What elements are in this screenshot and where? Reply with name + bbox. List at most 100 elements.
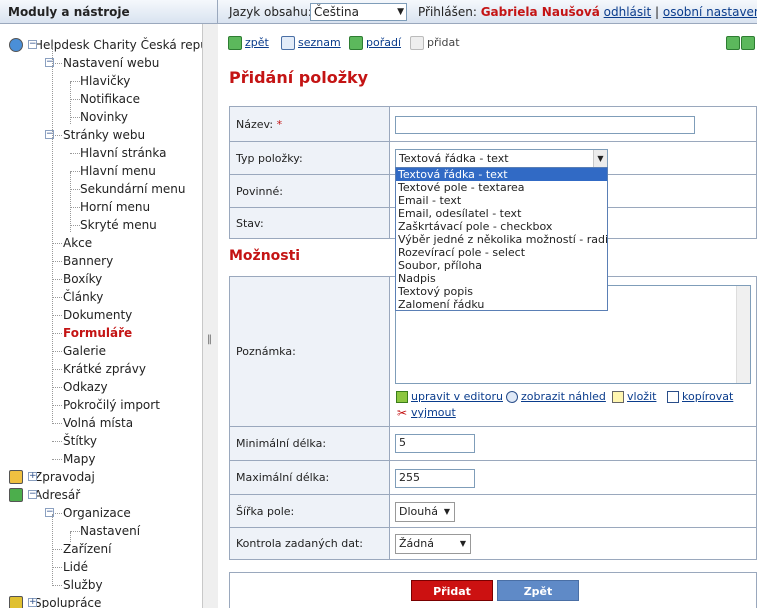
cut-button[interactable]: ✂ vyjmout: [396, 406, 456, 419]
copy-button[interactable]: kopírovat: [667, 390, 733, 403]
tree-connector: [70, 153, 80, 154]
logout-link[interactable]: odhlásit: [604, 5, 652, 19]
tree-connector: [70, 81, 80, 82]
dropdown-option[interactable]: Soubor, příloha: [396, 259, 607, 272]
field-width-select[interactable]: Dlouhá ▼: [395, 502, 455, 522]
tree-connector: [52, 405, 62, 406]
order-link[interactable]: pořadí: [366, 36, 401, 49]
tree-item[interactable]: Adresář: [34, 486, 80, 504]
validation-select[interactable]: Žádná ▼: [395, 534, 471, 554]
tree-item[interactable]: Krátké zprávy: [63, 360, 146, 378]
user-name: Gabriela Naušová: [480, 5, 600, 19]
tree-item[interactable]: Skryté menu: [80, 216, 157, 234]
tree-item[interactable]: Horní menu: [80, 198, 150, 216]
dropdown-option[interactable]: Zalomení řádku: [396, 298, 607, 311]
tree-item[interactable]: Mapy: [63, 450, 95, 468]
max-length-input[interactable]: 255: [395, 469, 475, 488]
min-length-input[interactable]: 5: [395, 434, 475, 453]
dropdown-option[interactable]: Email - text: [396, 194, 607, 207]
edit-in-editor-link[interactable]: upravit v editoru: [411, 390, 503, 403]
tree-connector: [52, 315, 62, 316]
dropdown-option[interactable]: Výběr jedné z několika možností - radio: [396, 233, 607, 246]
collapse-icon[interactable]: −: [28, 490, 37, 499]
tree-item[interactable]: Organizace: [63, 504, 131, 522]
insert-link[interactable]: vložit: [627, 390, 656, 403]
list-icon: [281, 36, 295, 50]
tree-item[interactable]: Spolupráce: [34, 594, 101, 608]
max-length-label: Maximální délka:: [230, 461, 390, 494]
cut-link[interactable]: vyjmout: [411, 406, 456, 419]
dropdown-option[interactable]: Textová řádka - text: [396, 168, 607, 181]
tree-connector: [70, 189, 80, 190]
type-dropdown-list[interactable]: Textová řádka - text Textové pole - texta…: [395, 167, 608, 311]
collapse-icon[interactable]: −: [28, 40, 37, 49]
tree-item[interactable]: Boxíky: [63, 270, 102, 288]
expand-icon[interactable]: +: [28, 598, 37, 607]
tree-item[interactable]: Zařízení: [63, 540, 111, 558]
insert-button[interactable]: vložit: [612, 390, 656, 403]
dropdown-option[interactable]: Nadpis: [396, 272, 607, 285]
form-buttons: Přidat Zpět: [229, 572, 757, 608]
form-row-field-width: Šířka pole: Dlouhá ▼: [229, 494, 757, 528]
dropdown-option[interactable]: Email, odesílatel - text: [396, 207, 607, 220]
preview-button[interactable]: zobrazit náhled: [506, 390, 606, 403]
tree-item[interactable]: Nastavení: [80, 522, 140, 540]
list-link[interactable]: seznam: [298, 36, 341, 49]
name-input[interactable]: [395, 116, 695, 134]
tree-item[interactable]: Formuláře: [63, 324, 132, 342]
tree-connector: [70, 171, 80, 172]
tree-item[interactable]: Hlavní menu: [80, 162, 156, 180]
language-label: Jazyk obsahu:: [229, 5, 312, 19]
edit-in-editor-button[interactable]: upravit v editoru: [396, 390, 503, 403]
eye-icon: [506, 391, 518, 403]
dropdown-option[interactable]: Textové pole - textarea: [396, 181, 607, 194]
separator: |: [655, 5, 660, 19]
state-label: Stav:: [230, 208, 390, 238]
back-link[interactable]: zpět: [245, 36, 269, 49]
tree-item[interactable]: Odkazy: [63, 378, 108, 396]
tree-item[interactable]: Volná místa: [63, 414, 133, 432]
back-button[interactable]: zpět: [228, 35, 269, 51]
type-select[interactable]: Textová řádka - text ▼: [395, 149, 608, 169]
tree-connector: [52, 514, 53, 584]
tree-item[interactable]: Bannery: [63, 252, 113, 270]
tree-item[interactable]: Lidé: [63, 558, 88, 576]
dropdown-option[interactable]: Rozevírací pole - select: [396, 246, 607, 259]
tree-item[interactable]: Stránky webu: [63, 126, 145, 144]
sidebar-splitter[interactable]: ‖: [202, 24, 218, 608]
dropdown-option[interactable]: Textový popis: [396, 285, 607, 298]
tree-item[interactable]: Notifikace: [80, 90, 140, 108]
tree-item[interactable]: Nastavení webu: [63, 54, 159, 72]
expand-icon[interactable]: +: [28, 472, 37, 481]
tree-item[interactable]: Články: [63, 288, 103, 306]
submit-button[interactable]: Přidat: [411, 580, 493, 601]
tree-item[interactable]: Zpravodaj: [34, 468, 95, 486]
tree-item[interactable]: Sekundární menu: [80, 180, 186, 198]
tree-item[interactable]: Služby: [63, 576, 103, 594]
preview-link[interactable]: zobrazit náhled: [521, 390, 606, 403]
tree-item[interactable]: Akce: [63, 234, 92, 252]
back-form-button[interactable]: Zpět: [497, 580, 579, 601]
tree-item[interactable]: Novinky: [80, 108, 128, 126]
scrollbar[interactable]: [736, 286, 750, 383]
tree-item[interactable]: Štítky: [63, 432, 97, 450]
dropdown-option[interactable]: Zaškrtávací pole - checkbox: [396, 220, 607, 233]
validation-value: Žádná: [399, 537, 434, 550]
refresh-icon: [726, 36, 740, 50]
personal-settings-link[interactable]: osobní nastavení: [663, 5, 757, 19]
tree-connector: [52, 585, 62, 586]
tree-connector: [70, 225, 80, 226]
tree-item[interactable]: Dokumenty: [63, 306, 132, 324]
tree-connector: [52, 459, 62, 460]
list-button[interactable]: seznam: [281, 35, 341, 51]
tree-item[interactable]: Pokročilý import: [63, 396, 160, 414]
tree-item[interactable]: Helpdesk Charity Česká repub: [34, 36, 202, 54]
copy-link[interactable]: kopírovat: [682, 390, 733, 403]
refresh-button[interactable]: [726, 35, 755, 51]
language-select[interactable]: Čeština ▼: [310, 3, 407, 21]
order-button[interactable]: pořadí: [349, 35, 401, 51]
tree-item[interactable]: Galerie: [63, 342, 106, 360]
tree-item[interactable]: Hlavní stránka: [80, 144, 167, 162]
tree-connector: [70, 99, 80, 100]
tree-item[interactable]: Hlavičky: [80, 72, 130, 90]
